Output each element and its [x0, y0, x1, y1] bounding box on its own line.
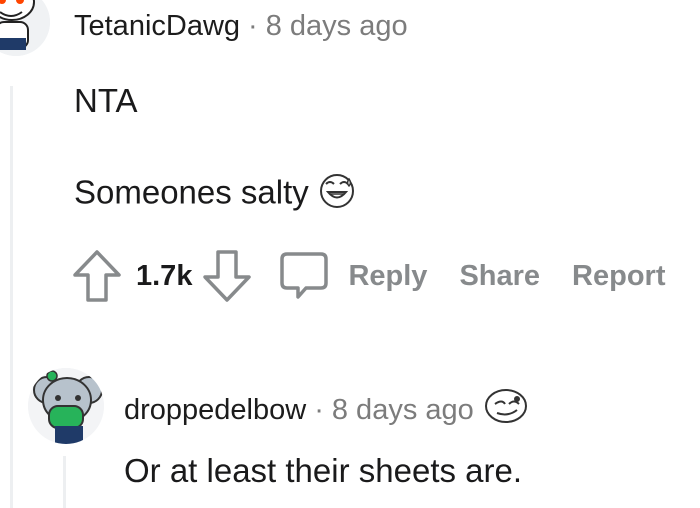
report-button[interactable]: Report	[572, 260, 665, 293]
thread-line[interactable]	[10, 86, 13, 508]
timestamp[interactable]: 8 days ago	[266, 10, 408, 43]
username[interactable]: TetanicDawg	[74, 10, 240, 43]
reply-button[interactable]: Reply	[348, 260, 427, 293]
nested-thread-line[interactable]	[63, 456, 66, 508]
comment-header: TetanicDawg · 8 days ago	[74, 10, 408, 43]
smirk-emoji-icon	[482, 386, 530, 434]
koala-avatar-icon	[28, 368, 104, 444]
share-button[interactable]: Share	[459, 260, 540, 293]
avatar[interactable]	[0, 0, 50, 56]
comment-body-text: Someones salty	[74, 173, 309, 211]
snoo-avatar-icon	[0, 0, 50, 56]
upvote-arrow-icon[interactable]	[72, 249, 122, 303]
comment-body-line: NTA	[74, 82, 138, 119]
meta-separator: ·	[314, 393, 324, 426]
timestamp[interactable]: 8 days ago	[332, 394, 474, 427]
comment-body-line: Or at least their sheets are.	[124, 452, 523, 489]
username[interactable]: droppedelbow	[124, 394, 306, 427]
grinning-sweat-emoji-icon	[318, 172, 356, 218]
avatar[interactable]	[28, 368, 104, 444]
comment-body-line-with-emoji: Someones salty	[74, 172, 356, 218]
speech-bubble-icon[interactable]	[278, 250, 330, 302]
downvote-arrow-icon[interactable]	[202, 249, 252, 303]
vote-score: 1.7k	[136, 259, 193, 292]
comment-action-bar: 1.7k Reply Share Report	[72, 246, 666, 306]
comment-header: droppedelbow · 8 days ago	[124, 386, 530, 434]
meta-separator: ·	[248, 10, 258, 42]
